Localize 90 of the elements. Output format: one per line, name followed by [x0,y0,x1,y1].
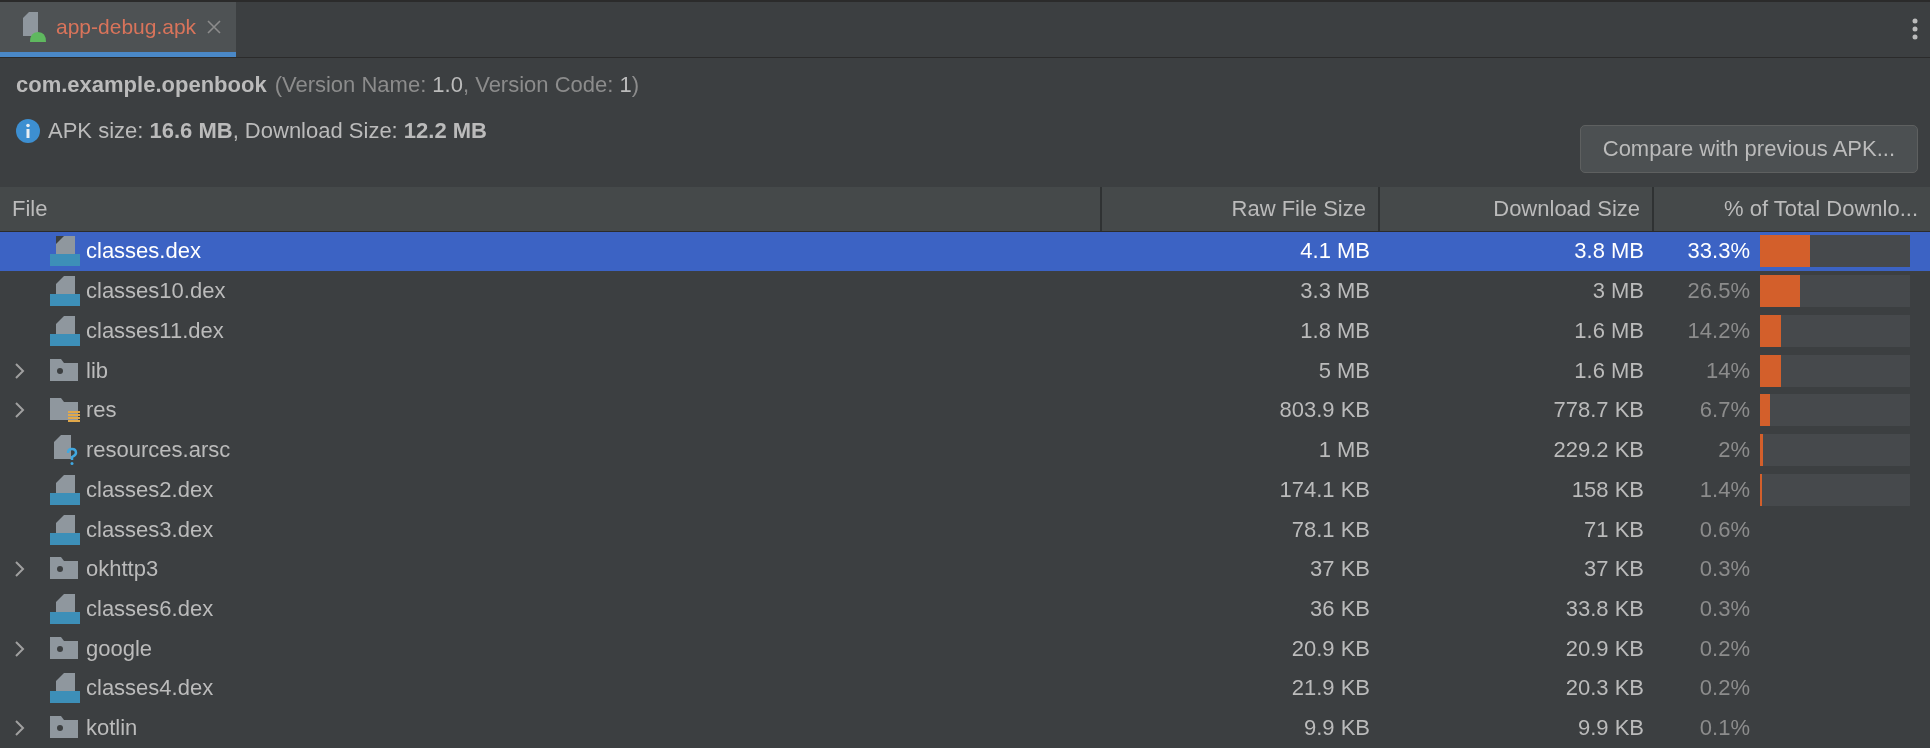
column-header[interactable]: % of Total Downlo... [1652,186,1930,231]
raw-size: 4.1 MB [1300,238,1371,265]
download-size: 20.9 KB [1565,635,1645,662]
table-row[interactable]: lib 5 MB 1.6 MB 14% [0,350,1930,391]
table-row[interactable]: classes6.dex 36 KB 33.8 KB 0.3% [0,589,1930,629]
file-name: okhttp3 [86,556,159,583]
percent-text: 0.2% [1699,635,1750,662]
file-name: classes10.dex [86,278,226,305]
file-name: kotlin [86,715,138,742]
download-size: 3.8 MB [1574,238,1645,265]
raw-size: 803.9 KB [1279,397,1371,424]
dex-file-icon [50,474,80,505]
percent-text: 0.3% [1699,556,1750,583]
table-row[interactable]: classes11.dex 1.8 MB 1.6 MB 14.2% [0,311,1930,351]
percent-text: 33.3% [1687,238,1750,265]
raw-size: 174.1 KB [1279,476,1371,503]
download-size: 37 KB [1584,556,1645,583]
file-name: classes2.dex [86,476,214,503]
file-name: resources.arsc [86,437,231,464]
version-info: (Version Name: 1.0, Version Code: 1) [274,71,640,98]
column-header[interactable]: File [0,186,1100,231]
percent-text: 6.7% [1699,397,1750,424]
percent-text: 2% [1718,437,1750,464]
column-header[interactable]: Raw File Size [1100,186,1378,231]
raw-size: 78.1 KB [1291,516,1371,543]
percent-text: 14% [1705,357,1750,384]
chevron-icon[interactable] [14,361,26,380]
file-name: classes.dex [86,238,201,265]
percent-text: 0.2% [1699,675,1750,702]
percent-text: 1.4% [1699,476,1750,503]
download-size: 33.8 KB [1565,596,1645,622]
dex-file-icon [50,315,80,346]
percent-text: 0.1% [1699,715,1750,742]
file-name: classes6.dex [86,596,214,622]
percent-text: 0.6% [1699,516,1750,543]
column-header[interactable]: Download Size [1378,186,1652,231]
file-name: classes4.dex [86,675,214,702]
download-size: 1.6 MB [1574,317,1645,344]
percent-text: 0.3% [1699,596,1750,622]
file-name: res [86,397,117,424]
table-row[interactable]: classes4.dex 21.9 KB 20.3 KB 0.2% [0,668,1930,709]
file-name: google [86,635,153,662]
chevron-icon[interactable] [14,639,26,658]
raw-size: 21.9 KB [1291,675,1371,702]
apk-size-text: APK size: 16.6 MB, Download Size: 12.2 MB [48,117,487,144]
chevron-icon[interactable] [14,719,26,738]
info-icon [16,118,40,143]
download-size: 778.7 KB [1553,397,1645,424]
download-size: 3 MB [1592,278,1645,305]
download-size: 9.9 KB [1577,715,1645,742]
raw-size: 37 KB [1310,556,1371,583]
table-row[interactable]: classes2.dex 174.1 KB 158 KB 1.4% [0,469,1930,510]
percent-text: 26.5% [1687,278,1750,305]
table-row[interactable]: res 803.9 KB 778.7 KB 6.7% [0,390,1930,431]
close-icon[interactable] [206,18,223,35]
file-name: classes3.dex [86,516,214,543]
raw-size: 3.3 MB [1300,278,1371,305]
raw-size: 9.9 KB [1303,715,1371,742]
dex-file-icon [50,236,80,267]
folder-lines-icon [50,396,80,425]
table-row[interactable]: classes3.dex 78.1 KB 71 KB 0.6% [0,509,1930,550]
raw-size: 1.8 MB [1300,317,1371,344]
table-row[interactable]: kotlin 9.9 KB 9.9 KB 0.1% [0,708,1930,748]
table-row[interactable]: okhttp3 37 KB 37 KB 0.3% [0,549,1930,590]
apk-file-icon [20,11,46,42]
compare-button[interactable]: Compare with previous APK... [1579,124,1918,173]
chevron-icon[interactable] [14,401,26,420]
raw-size: 20.9 KB [1291,635,1371,662]
percent-text: 14.2% [1687,317,1750,344]
table-row[interactable]: google 20.9 KB 20.9 KB 0.2% [0,628,1930,669]
more-options-icon[interactable] [1912,18,1918,41]
dex-file-icon [50,594,80,624]
download-size: 1.6 MB [1574,357,1645,384]
download-size: 71 KB [1584,516,1645,543]
table-row[interactable]: classes.dex 4.1 MB 3.8 MB 33.3% [0,231,1930,272]
raw-size: 5 MB [1318,357,1371,384]
dex-file-icon [50,276,80,307]
raw-size: 36 KB [1310,596,1371,622]
package-name: com.example.openbook [16,71,267,98]
download-size: 229.2 KB [1553,437,1645,464]
download-size: 158 KB [1571,476,1645,503]
table-row[interactable]: classes10.dex 3.3 MB 3 MB 26.5% [0,271,1930,311]
dex-file-icon [50,673,80,704]
file-name: classes11.dex [86,317,224,344]
file-name: lib [86,357,108,384]
chevron-icon[interactable] [14,560,26,579]
download-size: 20.3 KB [1565,675,1645,702]
raw-size: 1 MB [1318,437,1371,464]
dex-file-icon [50,514,80,545]
table-row[interactable]: resources.arsc 1 MB 229.2 KB 2% [0,430,1930,470]
